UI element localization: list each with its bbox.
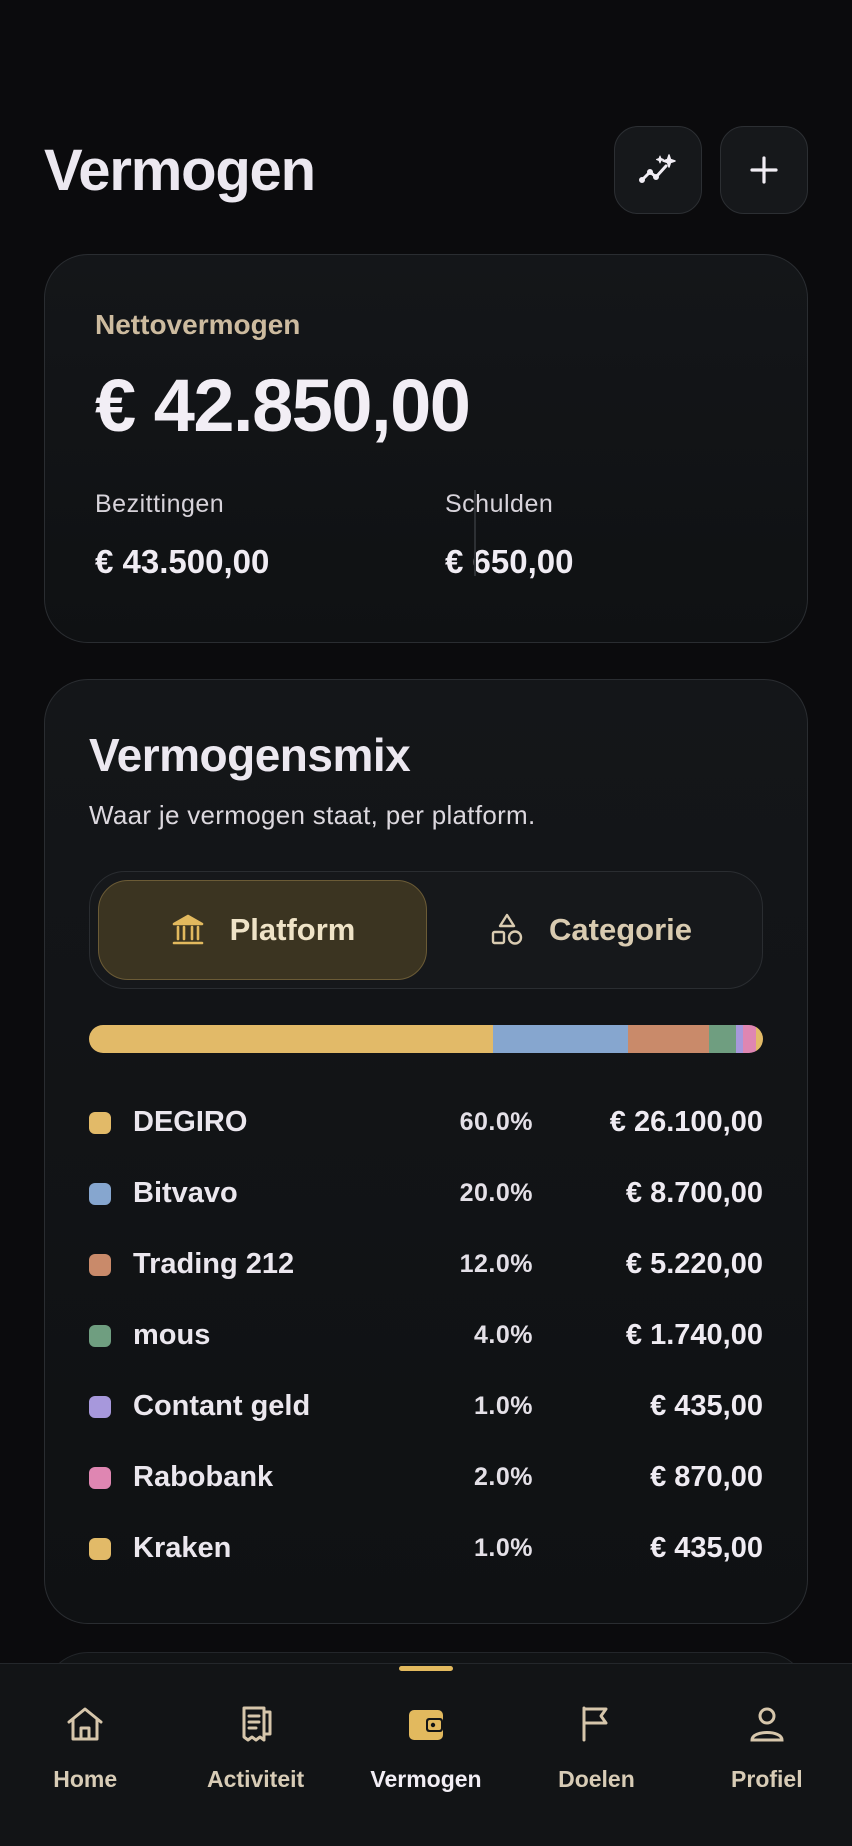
net-worth-label: Nettovermogen bbox=[95, 309, 301, 340]
allocation-row[interactable]: Rabobank 2.0% € 870,00 bbox=[89, 1442, 763, 1513]
allocation-bar-segment bbox=[709, 1025, 737, 1053]
allocation-name: Kraken bbox=[133, 1532, 232, 1564]
allocation-name: Rabobank bbox=[133, 1461, 274, 1493]
nav-item-home[interactable]: Home bbox=[0, 1664, 170, 1846]
allocation-color-dot bbox=[89, 1395, 111, 1418]
page-title: Vermogen bbox=[44, 137, 316, 203]
nav-item-vermogen[interactable]: Vermogen bbox=[341, 1664, 511, 1846]
nav-item-activity[interactable]: Activiteit bbox=[170, 1664, 340, 1846]
receipt-icon bbox=[242, 1706, 272, 1742]
allocation-row[interactable]: Kraken 1.0% € 435,00 bbox=[89, 1513, 763, 1584]
allocation-row[interactable]: Trading 212 12.0% € 5.220,00 bbox=[89, 1229, 763, 1300]
allocation-color-dot bbox=[89, 1466, 111, 1489]
allocation-name: Contant geld bbox=[133, 1390, 311, 1422]
flag-icon bbox=[582, 1706, 608, 1742]
home-icon bbox=[67, 1707, 103, 1741]
insights-button[interactable] bbox=[614, 126, 702, 214]
allocation-row[interactable]: Bitvavo 20.0% € 8.700,00 bbox=[89, 1158, 763, 1229]
nav-label-activity: Activiteit bbox=[207, 1766, 305, 1792]
asset-mix-title: Vermogensmix bbox=[89, 729, 411, 781]
asset-mix-subtitle: Waar je vermogen staat, per platform. bbox=[89, 800, 536, 830]
allocation-bar bbox=[89, 1025, 763, 1053]
allocation-row[interactable]: mous 4.0% € 1.740,00 bbox=[89, 1300, 763, 1371]
allocation-bar-segment bbox=[628, 1025, 710, 1053]
allocation-percentage: 1.0% bbox=[474, 1534, 533, 1562]
allocation-amount: € 26.100,00 bbox=[609, 1106, 763, 1138]
wallet-icon bbox=[409, 1710, 444, 1740]
allocation-bar-segment bbox=[493, 1025, 629, 1053]
allocation-legend: DEGIRO 60.0% € 26.100,00 Bitvavo 20.0% € 8.70… bbox=[89, 1087, 763, 1584]
allocation-percentage: 60.0% bbox=[459, 1108, 533, 1136]
plus-icon bbox=[750, 156, 778, 184]
page-header: Vermogen bbox=[44, 124, 808, 216]
header-actions bbox=[614, 126, 808, 214]
allocation-amount: € 8.700,00 bbox=[625, 1177, 763, 1209]
debts-column: Schulden € 650,00 bbox=[407, 490, 757, 581]
allocation-bar-segment bbox=[756, 1025, 763, 1053]
allocation-percentage: 20.0% bbox=[459, 1179, 533, 1207]
tab-category-label: Categorie bbox=[549, 912, 692, 947]
nav-label-vermogen: Vermogen bbox=[370, 1766, 482, 1792]
allocation-name: DEGIRO bbox=[133, 1106, 248, 1138]
bottom-nav: Home Activiteit Vermogen Doelen Profiel bbox=[0, 1663, 852, 1846]
nav-label-home: Home bbox=[53, 1766, 118, 1792]
allocation-color-dot bbox=[89, 1537, 111, 1560]
assets-debts-split: Bezittingen € 43.500,00 Schulden € 650,0… bbox=[95, 490, 757, 581]
nav-label-goals: Doelen bbox=[558, 1766, 635, 1792]
allocation-bar-segment bbox=[736, 1025, 743, 1053]
net-worth-value: € 42.850,00 bbox=[95, 364, 471, 447]
allocation-row[interactable]: Contant geld 1.0% € 435,00 bbox=[89, 1371, 763, 1442]
allocation-percentage: 1.0% bbox=[474, 1392, 533, 1420]
allocation-color-dot bbox=[89, 1253, 111, 1276]
allocation-color-dot bbox=[89, 1111, 111, 1134]
asset-mix-card: Vermogensmix Waar je vermogen staat, per… bbox=[44, 679, 808, 1624]
tab-category[interactable]: Categorie bbox=[427, 880, 754, 980]
allocation-name: Trading 212 bbox=[133, 1248, 295, 1280]
sparkle-chart-icon bbox=[639, 154, 676, 183]
user-icon bbox=[750, 1707, 784, 1742]
debts-value: € 650,00 bbox=[445, 543, 574, 580]
add-button[interactable] bbox=[720, 126, 808, 214]
allocation-color-dot bbox=[89, 1182, 111, 1205]
nav-item-goals[interactable]: Doelen bbox=[511, 1664, 681, 1846]
nav-label-profile: Profiel bbox=[731, 1766, 803, 1792]
assets-value: € 43.500,00 bbox=[95, 543, 270, 580]
assets-column: Bezittingen € 43.500,00 bbox=[95, 490, 407, 581]
allocation-row[interactable]: DEGIRO 60.0% € 26.100,00 bbox=[89, 1087, 763, 1158]
allocation-percentage: 4.0% bbox=[474, 1321, 533, 1349]
allocation-amount: € 870,00 bbox=[650, 1461, 763, 1493]
mix-view-toggle: Platform Categorie bbox=[89, 871, 763, 989]
allocation-amount: € 435,00 bbox=[650, 1532, 763, 1564]
active-nav-indicator bbox=[399, 1666, 454, 1671]
allocation-percentage: 12.0% bbox=[459, 1250, 533, 1278]
shapes-icon bbox=[491, 913, 523, 945]
allocation-amount: € 1.740,00 bbox=[625, 1319, 763, 1351]
allocation-name: mous bbox=[133, 1319, 211, 1351]
assets-label: Bezittingen bbox=[95, 490, 225, 518]
split-divider bbox=[474, 490, 476, 576]
debts-label: Schulden bbox=[445, 490, 554, 518]
allocation-bar-segment bbox=[89, 1025, 494, 1053]
allocation-bar-segment bbox=[742, 1025, 757, 1053]
tab-platform[interactable]: Platform bbox=[98, 880, 427, 980]
allocation-percentage: 2.0% bbox=[474, 1463, 533, 1491]
bank-icon bbox=[172, 914, 203, 945]
allocation-color-dot bbox=[89, 1324, 111, 1347]
allocation-amount: € 5.220,00 bbox=[625, 1248, 763, 1280]
allocation-amount: € 435,00 bbox=[650, 1390, 763, 1422]
nav-item-profile[interactable]: Profiel bbox=[682, 1664, 852, 1846]
tab-platform-label: Platform bbox=[229, 912, 356, 947]
allocation-name: Bitvavo bbox=[133, 1177, 238, 1209]
net-worth-card: Nettovermogen € 42.850,00 Bezittingen € … bbox=[44, 254, 808, 643]
